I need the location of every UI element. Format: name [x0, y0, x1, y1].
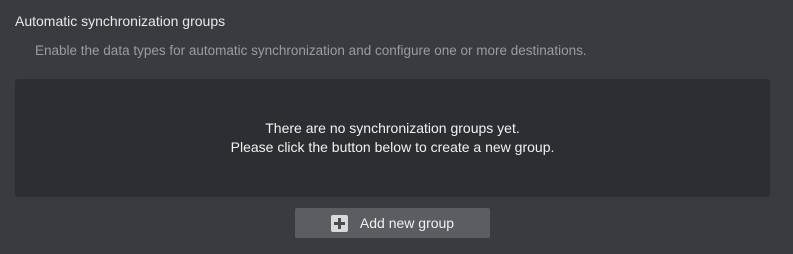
add-new-group-button[interactable]: Add new group	[295, 208, 490, 238]
section-description: Enable the data types for automatic sync…	[35, 43, 587, 58]
add-new-group-label: Add new group	[359, 215, 455, 231]
sync-groups-panel: Automatic synchronization groups Enable …	[0, 0, 793, 254]
plus-icon	[330, 214, 348, 232]
section-title: Automatic synchronization groups	[15, 13, 226, 29]
sync-groups-list-empty: There are no synchronization groups yet.…	[15, 79, 770, 197]
empty-state-hint: Please click the button below to create …	[230, 139, 555, 155]
empty-state-message: There are no synchronization groups yet.	[265, 120, 520, 136]
